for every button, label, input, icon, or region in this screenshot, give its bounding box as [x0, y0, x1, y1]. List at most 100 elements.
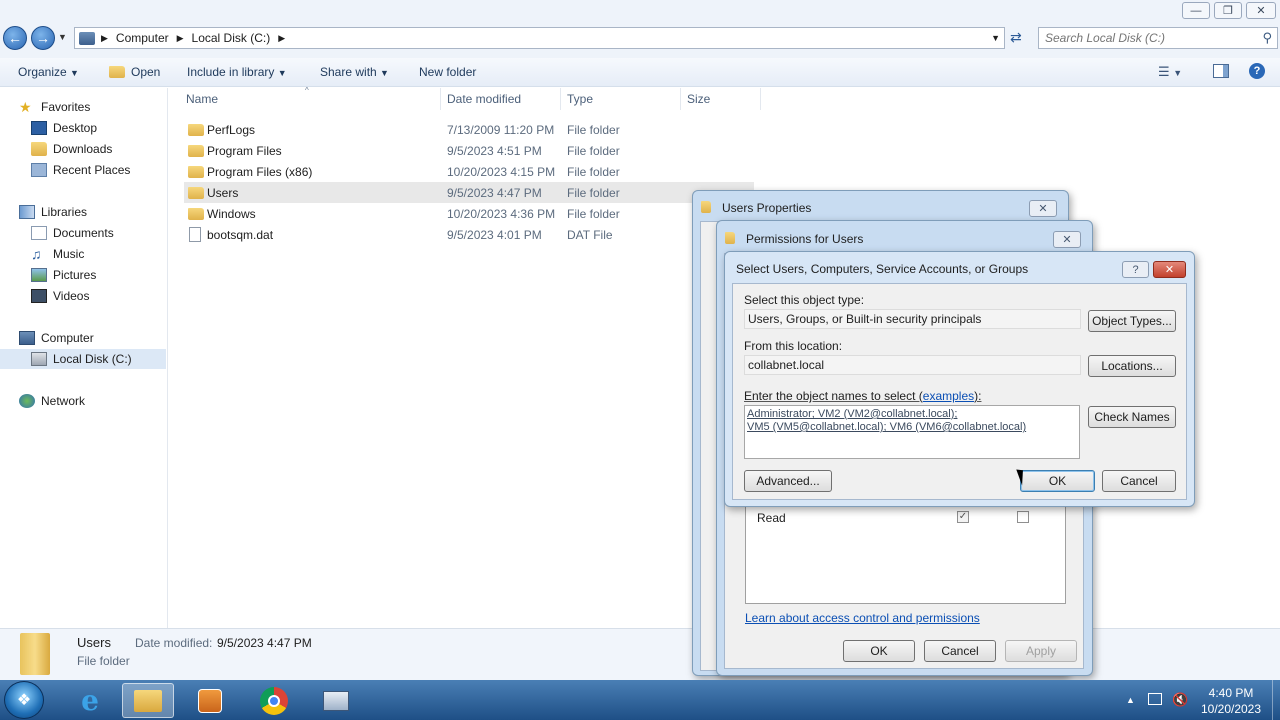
column-divider[interactable]: [560, 88, 561, 110]
taskbar-explorer[interactable]: [122, 683, 174, 718]
address-bar[interactable]: ▶ Computer ▶ Local Disk (C:) ▶ ▼: [74, 27, 1005, 49]
organize-menu[interactable]: Organize ▼: [18, 65, 79, 79]
nav-computer[interactable]: Computer: [0, 328, 168, 348]
allow-read-checkbox[interactable]: ✓: [957, 511, 969, 523]
file-row[interactable]: bootsqm.dat 9/5/2023 4:01 PM DAT File: [184, 224, 754, 245]
file-row-selected[interactable]: Users 9/5/2023 4:47 PM File folder: [184, 182, 754, 203]
share-with-menu[interactable]: Share with ▼: [320, 65, 389, 79]
nav-network[interactable]: Network: [0, 391, 168, 411]
taskbar-internet-explorer[interactable]: e: [64, 683, 116, 718]
clock-date: 10/20/2023: [1200, 702, 1262, 716]
deny-read-checkbox[interactable]: [1017, 511, 1029, 523]
nav-music[interactable]: ♫ Music: [0, 244, 168, 264]
file-icon: [189, 227, 201, 242]
examples-link[interactable]: examples: [923, 389, 974, 403]
search-input[interactable]: [1045, 31, 1250, 45]
sort-indicator-icon: ^: [305, 86, 309, 95]
locations-button[interactable]: Locations...: [1088, 355, 1176, 377]
music-icon: ♫: [31, 246, 42, 262]
column-divider[interactable]: [440, 88, 441, 110]
taskbar-chrome[interactable]: [248, 683, 300, 718]
column-header-date[interactable]: Date modified: [447, 92, 521, 110]
hard-drive-icon: [31, 352, 47, 366]
preview-pane-button[interactable]: [1213, 64, 1229, 78]
nav-videos[interactable]: Videos: [0, 286, 168, 306]
view-options-button[interactable]: ☰ ▼: [1158, 64, 1182, 80]
file-date: 10/20/2023 4:36 PM: [447, 206, 556, 221]
select-ok-button[interactable]: OK: [1020, 470, 1095, 492]
start-button[interactable]: ❖: [4, 681, 44, 719]
file-date: 9/5/2023 4:01 PM: [447, 227, 542, 242]
minimize-icon: —: [1190, 4, 1202, 17]
videos-icon: [31, 289, 47, 303]
taskbar-media-player[interactable]: [184, 683, 236, 718]
nav-favorites[interactable]: ★ Favorites: [0, 97, 168, 117]
back-button[interactable]: ←: [3, 26, 27, 50]
folder-icon: [188, 165, 204, 178]
new-folder-button[interactable]: New folder: [419, 65, 476, 79]
details-view-icon: ☰: [1158, 64, 1170, 79]
advanced-button[interactable]: Advanced...: [744, 470, 832, 492]
dialog-title: Permissions for Users: [746, 232, 864, 246]
breadcrumb-local-disk[interactable]: Local Disk (C:): [192, 31, 271, 45]
back-arrow-icon: ←: [8, 30, 22, 46]
perm-ok-button[interactable]: OK: [843, 640, 915, 662]
object-names-line: VM5 (VM5@collabnet.local); VM6 (VM6@coll…: [747, 421, 1027, 433]
file-row[interactable]: Program Files (x86) 10/20/2023 4:15 PM F…: [184, 161, 754, 182]
show-desktop-button[interactable]: [1272, 680, 1280, 720]
folder-icon: [188, 123, 204, 136]
recent-pages-dropdown[interactable]: ▼: [58, 32, 67, 42]
learn-access-control-link[interactable]: Learn about access control and permissio…: [745, 611, 980, 625]
forward-arrow-icon: →: [36, 30, 50, 46]
object-names-input[interactable]: Administrator; VM2 (VM2@collabnet.local)…: [744, 405, 1080, 459]
dialog-folder-icon: [725, 232, 735, 247]
column-header-name[interactable]: Name: [186, 92, 218, 110]
file-row[interactable]: PerfLogs 7/13/2009 11:20 PM File folder: [184, 119, 754, 140]
refresh-button[interactable]: ⇄: [1010, 29, 1022, 46]
search-icon: ⚲: [1262, 30, 1272, 45]
check-names-button[interactable]: Check Names: [1088, 406, 1176, 428]
object-types-button[interactable]: Object Types...: [1088, 310, 1176, 332]
search-box[interactable]: ⚲: [1038, 27, 1278, 49]
column-header-type[interactable]: Type: [567, 92, 593, 110]
help-button[interactable]: ?: [1122, 261, 1149, 278]
permission-read-label: Read: [757, 511, 786, 525]
close-icon: ✕: [1038, 203, 1048, 215]
perm-cancel-button[interactable]: Cancel: [924, 640, 996, 662]
nav-documents[interactable]: Documents: [0, 223, 168, 243]
action-center-icon[interactable]: [1148, 693, 1162, 705]
restore-button[interactable]: ❐: [1214, 2, 1242, 19]
minimize-button[interactable]: —: [1182, 2, 1210, 19]
close-button[interactable]: ✕: [1246, 2, 1276, 19]
column-divider[interactable]: [760, 88, 761, 110]
props-close-button[interactable]: ✕: [1029, 200, 1057, 217]
include-in-library-menu[interactable]: Include in library ▼: [187, 65, 287, 79]
nav-recent-places[interactable]: Recent Places: [0, 160, 168, 180]
open-button[interactable]: Open: [109, 65, 160, 79]
nav-desktop[interactable]: Desktop: [0, 118, 168, 138]
forward-button[interactable]: →: [31, 26, 55, 50]
documents-icon: [31, 226, 47, 240]
nav-local-disk[interactable]: Local Disk (C:): [0, 349, 166, 369]
select-cancel-button[interactable]: Cancel: [1102, 470, 1176, 492]
nav-downloads[interactable]: Downloads: [0, 139, 168, 159]
show-hidden-icons-button[interactable]: ▲: [1126, 695, 1135, 705]
help-button[interactable]: ?: [1249, 63, 1265, 79]
select-users-dialog: Select Users, Computers, Service Account…: [724, 251, 1195, 507]
perm-apply-button[interactable]: Apply: [1005, 640, 1077, 662]
permission-list: Read ✓: [745, 506, 1066, 604]
select-close-button[interactable]: ✕: [1153, 261, 1186, 278]
breadcrumb-computer[interactable]: Computer: [116, 31, 169, 45]
volume-muted-icon[interactable]: 🔇: [1172, 692, 1188, 708]
column-header-size[interactable]: Size: [687, 92, 710, 110]
perm-close-button[interactable]: ✕: [1053, 231, 1081, 248]
column-divider[interactable]: [680, 88, 681, 110]
nav-pictures[interactable]: Pictures: [0, 265, 168, 285]
file-row[interactable]: Windows 10/20/2023 4:36 PM File folder: [184, 203, 754, 224]
file-type: File folder: [567, 122, 620, 137]
address-dropdown-icon[interactable]: ▼: [991, 33, 1000, 43]
clock[interactable]: 4:40 PM 10/20/2023: [1196, 686, 1266, 716]
file-row[interactable]: Program Files 9/5/2023 4:51 PM File fold…: [184, 140, 754, 161]
taskbar-remote-app[interactable]: [310, 683, 362, 718]
nav-libraries[interactable]: Libraries: [0, 202, 168, 222]
